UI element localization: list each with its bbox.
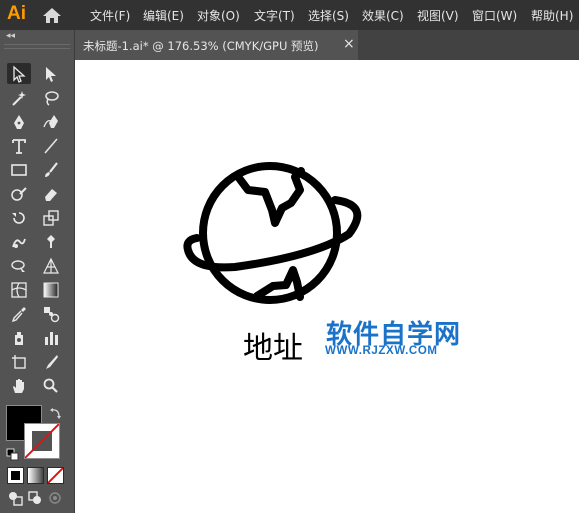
home-icon[interactable] (42, 7, 62, 24)
lasso-tool-icon[interactable] (39, 87, 63, 108)
shape-builder-tool-icon[interactable] (7, 255, 31, 276)
menu-edit[interactable]: 编辑(E) (143, 7, 184, 24)
gradient-mode-button[interactable] (27, 467, 44, 484)
scale-tool-icon[interactable] (39, 207, 63, 228)
slice-tool-icon[interactable] (39, 351, 63, 372)
puppet-warp-tool-icon[interactable] (39, 231, 63, 252)
line-segment-tool-icon[interactable] (39, 135, 63, 156)
warp-tool-icon[interactable] (7, 231, 31, 252)
draw-behind-icon[interactable] (27, 490, 43, 506)
color-mode-button[interactable] (7, 467, 24, 484)
document-tab-bar: 未标题-1.ai* @ 176.53% (CMYK/GPU 预览) × (75, 30, 579, 60)
none-mode-button[interactable] (47, 467, 64, 484)
menu-select[interactable]: 选择(S) (308, 7, 349, 24)
blend-tool-icon[interactable] (39, 303, 63, 324)
globe-illustration[interactable] (75, 60, 579, 513)
type-tool-icon[interactable] (7, 135, 31, 156)
column-graph-tool-icon[interactable] (39, 327, 63, 348)
perspective-grid-tool-icon[interactable] (39, 255, 63, 276)
selection-tool-icon[interactable] (7, 63, 31, 84)
artboard-canvas[interactable]: 地址 软件自学网 WWW.RJZXW.COM (75, 60, 579, 513)
rotate-tool-icon[interactable] (7, 207, 31, 228)
eraser-tool-icon[interactable] (39, 183, 63, 204)
direct-selection-tool-icon[interactable] (39, 63, 63, 84)
pen-tool-icon[interactable] (7, 111, 31, 132)
rectangle-tool-icon[interactable] (7, 159, 31, 180)
address-text[interactable]: 地址 (243, 323, 303, 367)
tools-panel: ◂◂ (0, 30, 75, 513)
menu-view[interactable]: 视图(V) (417, 7, 459, 24)
menu-type[interactable]: 文字(T) (254, 7, 295, 24)
swap-fill-stroke-icon[interactable] (49, 405, 63, 419)
menu-effect[interactable]: 效果(C) (362, 7, 404, 24)
draw-normal-icon[interactable] (7, 490, 23, 506)
draw-inside-icon[interactable] (47, 490, 63, 506)
menu-object[interactable]: 对象(O) (197, 7, 240, 24)
eyedropper-tool-icon[interactable] (7, 303, 31, 324)
document-tab-title: 未标题-1.ai* @ 176.53% (CMYK/GPU 预览) (83, 39, 319, 53)
watermark-url: WWW.RJZXW.COM (325, 345, 438, 357)
document-tab[interactable]: 未标题-1.ai* @ 176.53% (CMYK/GPU 预览) × (75, 30, 358, 60)
panel-grip[interactable] (4, 44, 70, 49)
collapse-panel-icon[interactable]: ◂◂ (6, 31, 15, 41)
menu-help[interactable]: 帮助(H) (531, 7, 573, 24)
app-logo: Ai (7, 3, 26, 24)
default-colors-icon[interactable] (6, 446, 19, 461)
gradient-tool-icon[interactable] (39, 279, 63, 300)
hand-tool-icon[interactable] (7, 375, 31, 396)
zoom-tool-icon[interactable] (39, 375, 63, 396)
shaper-tool-icon[interactable] (7, 183, 31, 204)
mesh-tool-icon[interactable] (7, 279, 31, 300)
menu-file[interactable]: 文件(F) (90, 7, 130, 24)
stroke-swatch[interactable] (24, 423, 60, 459)
curvature-tool-icon[interactable] (39, 111, 63, 132)
menu-bar: Ai 文件(F) 编辑(E) 对象(O) 文字(T) 选择(S) 效果(C) 视… (0, 0, 579, 30)
artboard-tool-icon[interactable] (7, 351, 31, 372)
paintbrush-tool-icon[interactable] (39, 159, 63, 180)
close-icon[interactable]: × (343, 36, 355, 52)
menu-window[interactable]: 窗口(W) (472, 7, 517, 24)
magic-wand-tool-icon[interactable] (7, 87, 31, 108)
symbol-sprayer-tool-icon[interactable] (7, 327, 31, 348)
